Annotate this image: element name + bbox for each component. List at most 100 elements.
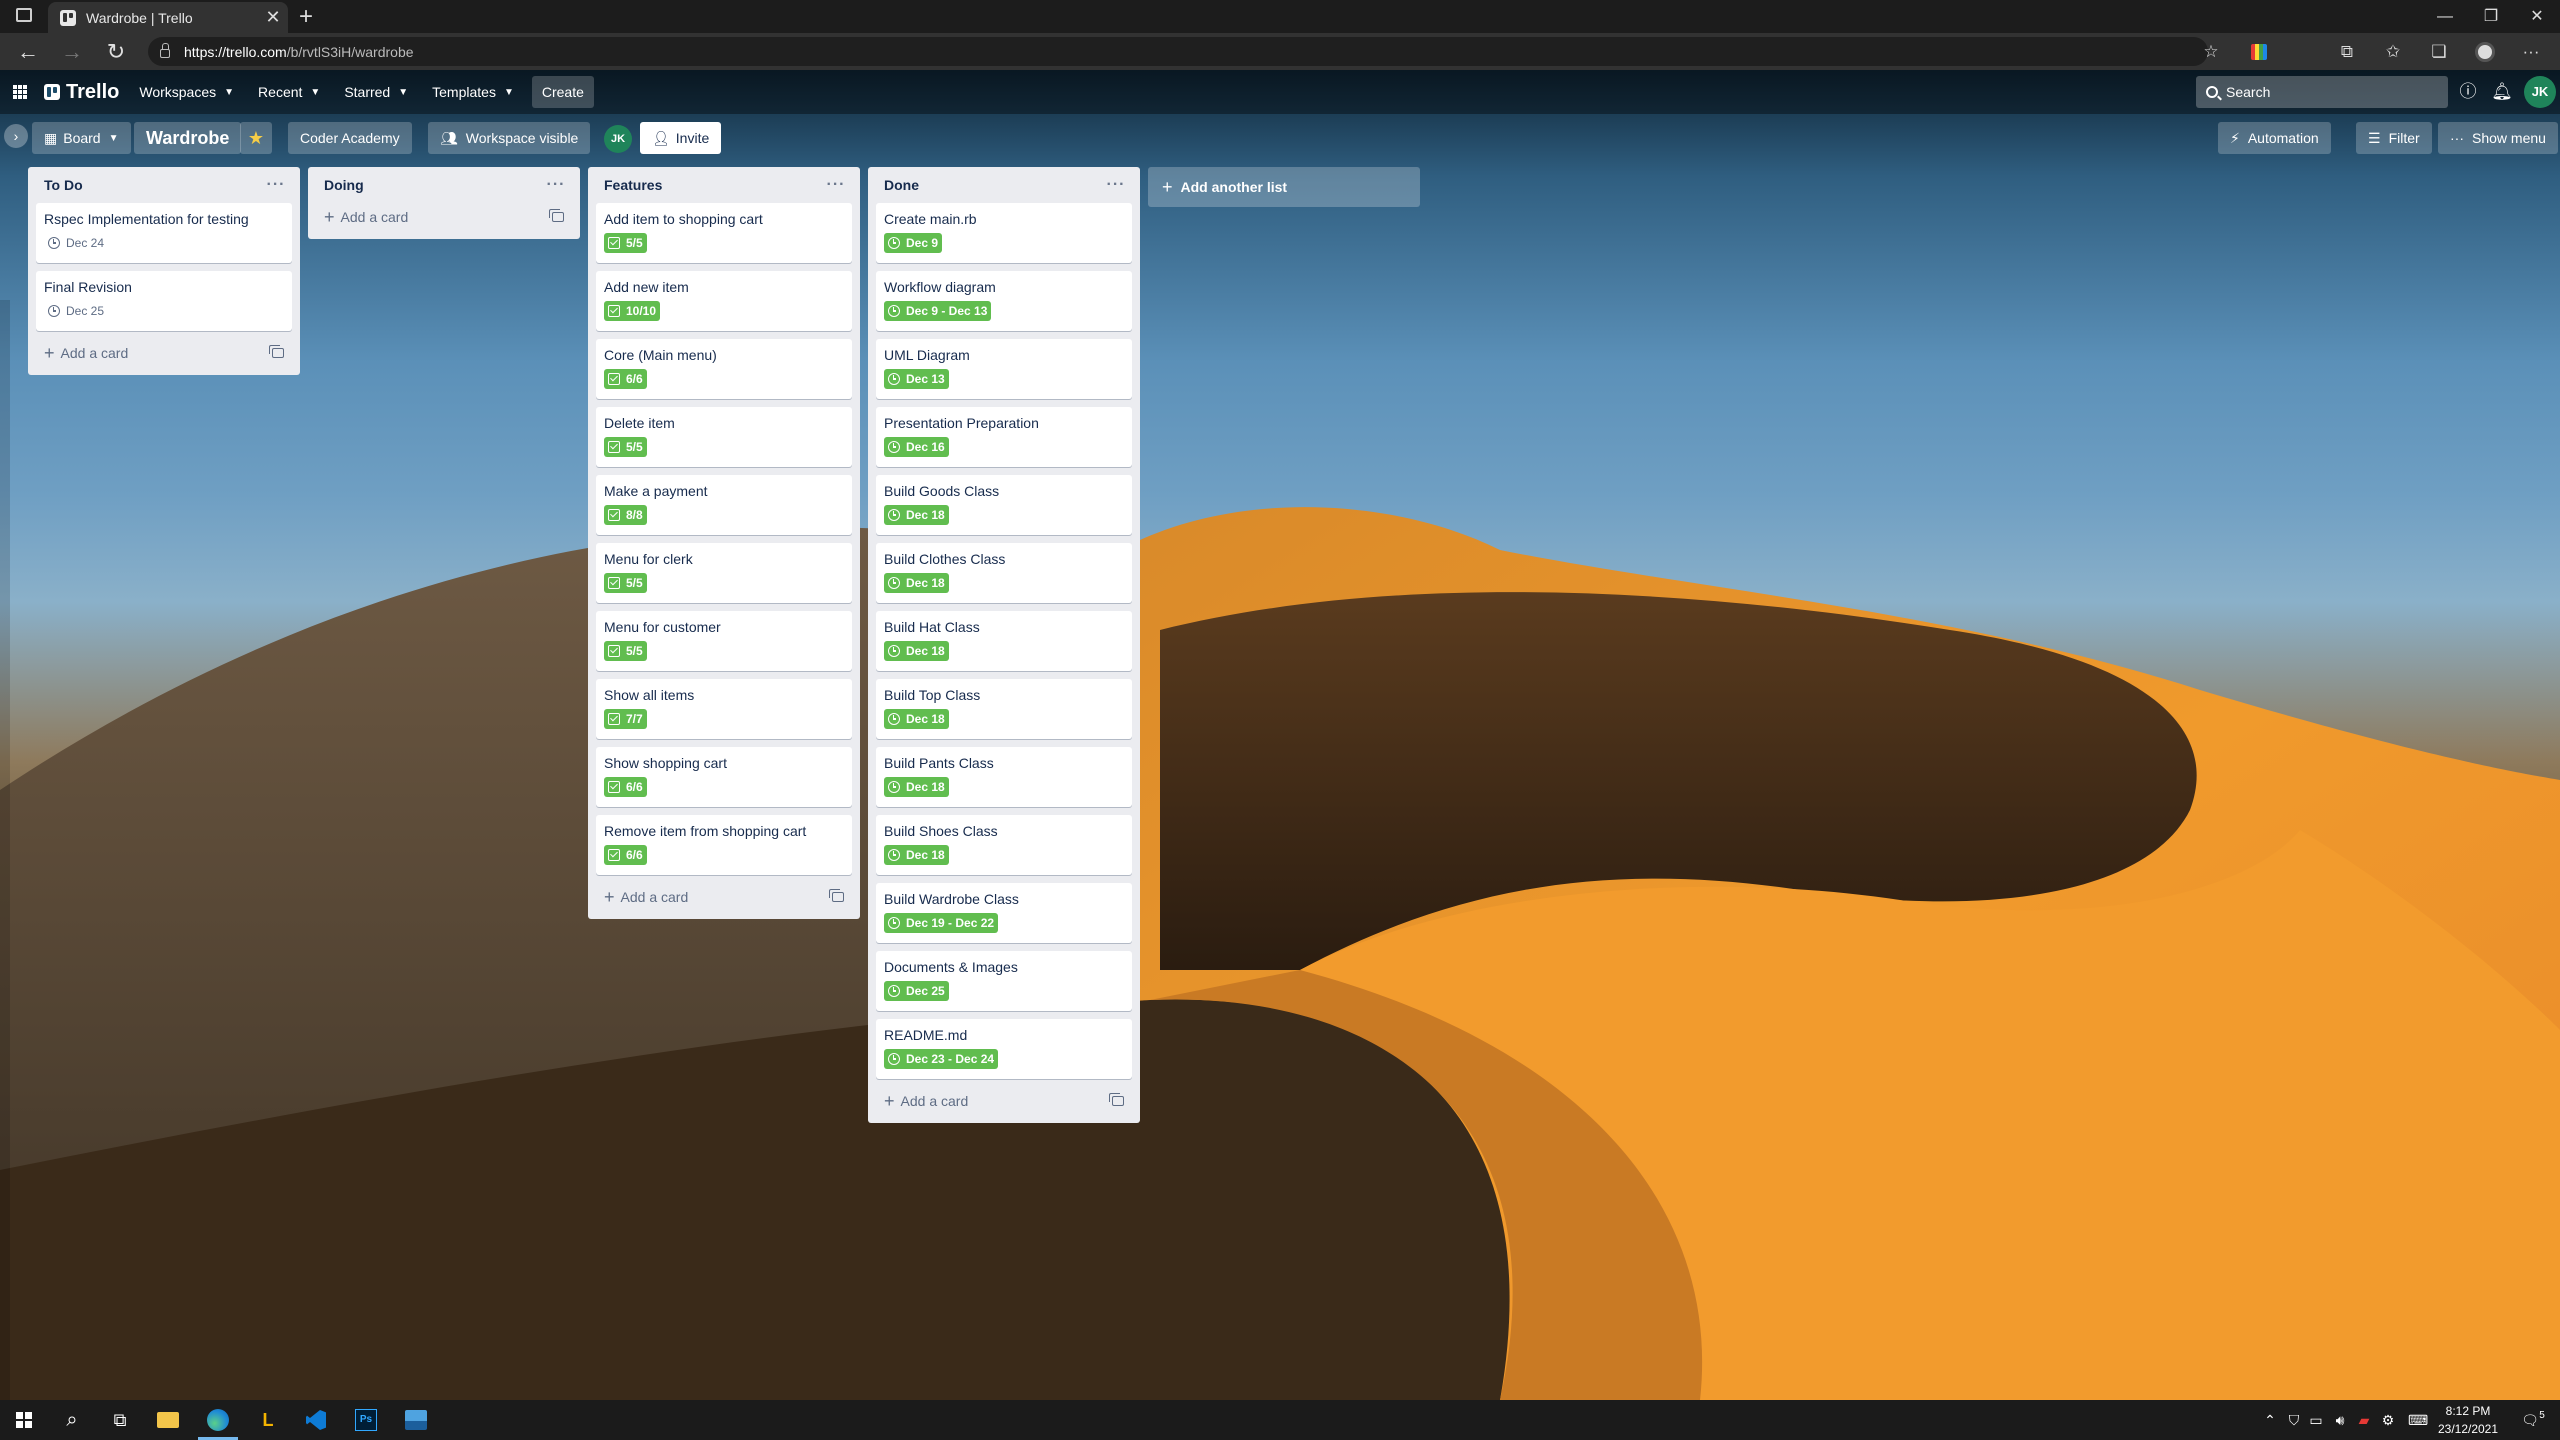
photoshop-icon[interactable]: Ps — [352, 1406, 380, 1434]
refresh-icon[interactable]: ↻ — [100, 36, 132, 68]
card[interactable]: Add item to shopping cart 5/5 — [596, 203, 852, 263]
trello-logo[interactable]: Trello — [44, 81, 119, 104]
task-view-icon[interactable]: ⧉ — [106, 1406, 134, 1434]
templates-menu-button[interactable]: Templates ▼ — [422, 76, 524, 108]
board-title[interactable]: Wardrobe — [134, 122, 242, 154]
notifications-bell-icon[interactable]: 🔔︎ — [2486, 76, 2518, 108]
checklist-badge[interactable]: 6/6 — [604, 369, 647, 389]
checklist-badge[interactable]: 5/5 — [604, 437, 647, 457]
extension-icon[interactable] — [2248, 41, 2270, 63]
card[interactable]: Make a payment 8/8 — [596, 475, 852, 535]
favorites-icon[interactable]: ✩ — [2382, 41, 2404, 63]
checklist-badge[interactable]: 5/5 — [604, 233, 647, 253]
card[interactable]: Presentation Preparation Dec 16 — [876, 407, 1132, 467]
url-field[interactable]: https://trello.com/b/rvtlS3iH/wardrobe — [148, 37, 2208, 66]
due-date-badge[interactable]: Dec 18 — [884, 777, 949, 797]
visibility-button[interactable]: 👥︎ Workspace visible — [428, 122, 591, 154]
vscode-icon[interactable] — [302, 1406, 330, 1434]
image-viewer-icon[interactable] — [402, 1406, 430, 1434]
list-title[interactable]: To Do — [44, 177, 260, 193]
checklist-badge[interactable]: 5/5 — [604, 573, 647, 593]
file-explorer-icon[interactable] — [154, 1406, 182, 1434]
card[interactable]: README.md Dec 23 - Dec 24 — [876, 1019, 1132, 1079]
back-icon[interactable]: ← — [12, 36, 44, 68]
sidebar-expand-icon[interactable]: › — [4, 124, 28, 148]
due-date-badge[interactable]: Dec 9 - Dec 13 — [884, 301, 992, 321]
due-date-badge[interactable]: Dec 23 - Dec 24 — [884, 1049, 999, 1069]
collections-icon[interactable]: ❏ — [2428, 41, 2450, 63]
tab-actions-icon[interactable] — [16, 8, 32, 22]
due-date-badge[interactable]: Dec 18 — [884, 641, 949, 661]
list-header[interactable]: Features ··· — [596, 167, 852, 203]
browser-tab[interactable]: Wardrobe | Trello ✕ — [48, 2, 288, 33]
security-icon[interactable]: ⛉ — [2284, 1408, 2304, 1432]
due-date-badge[interactable]: Dec 18 — [884, 505, 949, 525]
card[interactable]: Build Wardrobe Class Dec 19 - Dec 22 — [876, 883, 1132, 943]
recent-menu-button[interactable]: Recent ▼ — [248, 76, 330, 108]
show-menu-button[interactable]: ··· Show menu — [2438, 122, 2558, 154]
list-title[interactable]: Doing — [324, 177, 540, 193]
board-member[interactable]: JK — [604, 125, 632, 153]
close-window-button[interactable]: ✕ — [2514, 0, 2560, 33]
star-board-button[interactable]: ★ — [240, 122, 272, 154]
tab-close-icon[interactable]: ✕ — [258, 7, 288, 28]
keyboard-icon[interactable]: ⌨ — [2408, 1408, 2428, 1432]
chevron-up-icon[interactable]: ⌃ — [2260, 1408, 2280, 1432]
list-menu-icon[interactable]: ··· — [260, 176, 292, 194]
list-header[interactable]: Doing ··· — [316, 167, 572, 203]
forward-icon[interactable]: → — [56, 36, 88, 68]
card[interactable]: Create main.rb Dec 9 — [876, 203, 1132, 263]
card[interactable]: UML Diagram Dec 13 — [876, 339, 1132, 399]
starred-menu-button[interactable]: Starred ▼ — [334, 76, 418, 108]
add-favorite-icon[interactable]: ☆ — [2200, 41, 2222, 63]
app-switcher-icon[interactable] — [4, 76, 36, 108]
card[interactable]: Rspec Implementation for testing Dec 24 — [36, 203, 292, 263]
card[interactable]: Delete item 5/5 — [596, 407, 852, 467]
minimize-button[interactable]: — — [2422, 0, 2468, 33]
extensions-puzzle-icon[interactable]: ⧉ — [2336, 41, 2358, 63]
app-l-icon[interactable]: L — [254, 1406, 282, 1434]
checklist-badge[interactable]: 5/5 — [604, 641, 647, 661]
card-template-icon[interactable] — [1109, 1093, 1124, 1106]
search-input[interactable]: Search — [2196, 76, 2448, 108]
card[interactable]: Build Clothes Class Dec 18 — [876, 543, 1132, 603]
account-button[interactable]: JK — [2524, 76, 2556, 108]
automation-button[interactable]: ⚡︎ Automation — [2218, 122, 2331, 154]
add-card-button[interactable]: + Add a card — [596, 883, 852, 911]
card[interactable]: Build Pants Class Dec 18 — [876, 747, 1132, 807]
card-template-icon[interactable] — [269, 345, 284, 358]
checklist-badge[interactable]: 10/10 — [604, 301, 661, 321]
card[interactable]: Core (Main menu) 6/6 — [596, 339, 852, 399]
card-template-icon[interactable] — [829, 889, 844, 902]
card[interactable]: Documents & Images Dec 25 — [876, 951, 1132, 1011]
due-date-badge[interactable]: Dec 13 — [884, 369, 949, 389]
profile-icon[interactable] — [2474, 41, 2496, 63]
card[interactable]: Build Hat Class Dec 18 — [876, 611, 1132, 671]
app-tray-icon[interactable]: ▰ — [2354, 1408, 2374, 1432]
due-date-badge[interactable]: Dec 18 — [884, 573, 949, 593]
browser-menu-icon[interactable]: ··· — [2520, 41, 2542, 63]
card[interactable]: Show all items 7/7 — [596, 679, 852, 739]
card[interactable]: Build Goods Class Dec 18 — [876, 475, 1132, 535]
card[interactable]: Add new item 10/10 — [596, 271, 852, 331]
card[interactable]: Final Revision Dec 25 — [36, 271, 292, 331]
checklist-badge[interactable]: 7/7 — [604, 709, 647, 729]
card[interactable]: Menu for customer 5/5 — [596, 611, 852, 671]
checklist-badge[interactable]: 6/6 — [604, 845, 647, 865]
list-header[interactable]: To Do ··· — [36, 167, 292, 203]
due-date-badge[interactable]: Dec 24 — [44, 233, 108, 253]
due-date-badge[interactable]: Dec 19 - Dec 22 — [884, 913, 999, 933]
filter-button[interactable]: ☰ Filter — [2356, 122, 2432, 154]
card[interactable]: Show shopping cart 6/6 — [596, 747, 852, 807]
volume-icon[interactable]: 🔊︎ — [2330, 1408, 2350, 1432]
info-icon[interactable]: ⓘ — [2452, 76, 2484, 108]
list-header[interactable]: Done ··· — [876, 167, 1132, 203]
due-date-badge[interactable]: Dec 9 — [884, 233, 943, 253]
checklist-badge[interactable]: 8/8 — [604, 505, 647, 525]
add-another-list-button[interactable]: + Add another list — [1148, 167, 1420, 207]
list-title[interactable]: Done — [884, 177, 1100, 193]
due-date-badge[interactable]: Dec 18 — [884, 709, 949, 729]
windows-start-icon[interactable] — [16, 1412, 32, 1428]
add-card-button[interactable]: + Add a card — [316, 203, 572, 231]
create-button[interactable]: Create — [531, 76, 594, 108]
